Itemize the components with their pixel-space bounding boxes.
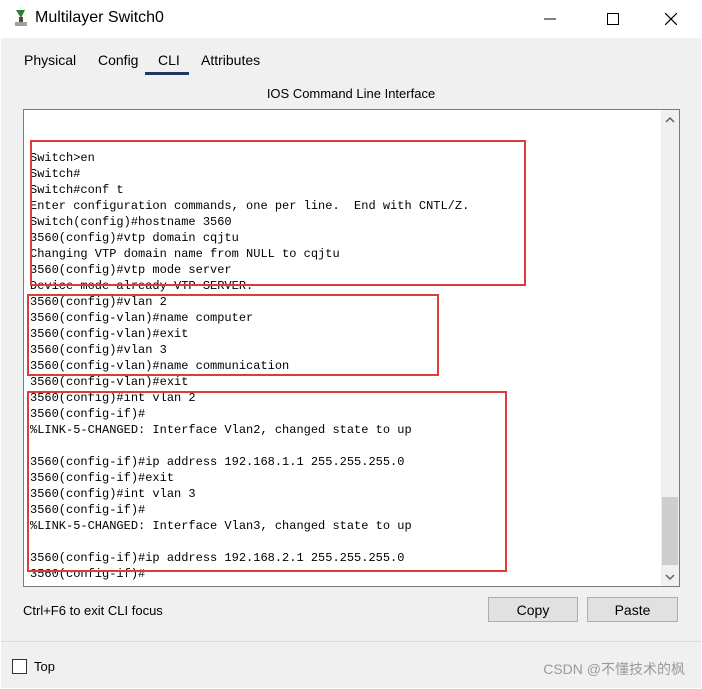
tab-attributes[interactable]: Attributes xyxy=(201,52,260,68)
terminal-line: %LINK-5-CHANGED: Interface Vlan3, change… xyxy=(30,519,412,533)
vertical-scrollbar[interactable] xyxy=(661,110,679,586)
terminal-line: Enter configuration commands, one per li… xyxy=(30,199,470,213)
terminal-line: 3560(config-if)# xyxy=(30,567,146,581)
cli-terminal[interactable]: Switch>en Switch# Switch#conf t Enter confi… xyxy=(23,109,680,587)
terminal-line: 3560(config-if)#exit xyxy=(30,471,175,485)
terminal-line: 3560(config)#vlan 3 xyxy=(30,343,167,357)
chevron-down-icon xyxy=(665,573,675,580)
footer-divider xyxy=(1,641,701,642)
device-window-body: Physical Config CLI Attributes IOS Comma… xyxy=(1,38,701,688)
terminal-line: 3560(config)#int vlan 2 xyxy=(30,391,196,405)
terminal-line: 3560(config)#vlan 2 xyxy=(30,295,167,309)
terminal-line: 3560(config-vlan)#exit xyxy=(30,375,189,389)
switch-icon xyxy=(15,10,27,26)
panel-header: IOS Command Line Interface xyxy=(266,86,436,101)
terminal-line: 3560(config-vlan)#exit xyxy=(30,327,189,341)
terminal-line: 3560(config)#vtp mode server xyxy=(30,263,232,277)
top-checkbox-label: Top xyxy=(34,659,55,674)
terminal-line: 3560(config)#int vlan 3 xyxy=(30,487,196,501)
terminal-line: Changing VTP domain name from NULL to cq… xyxy=(30,247,340,261)
active-tab-indicator xyxy=(145,72,189,75)
scroll-down-button[interactable] xyxy=(661,568,679,586)
terminal-line: Switch# xyxy=(30,167,81,181)
top-checkbox[interactable] xyxy=(12,659,27,674)
tab-cli[interactable]: CLI xyxy=(158,52,180,68)
minimize-icon xyxy=(544,18,556,20)
watermark: CSDN @不懂技术的枫 xyxy=(543,661,685,677)
terminal-line: Switch>en xyxy=(30,151,95,165)
terminal-output: Switch>en Switch# Switch#conf t Enter confi… xyxy=(30,150,469,582)
copy-button[interactable]: Copy xyxy=(488,597,578,622)
terminal-line: 3560(config-vlan)#name communication xyxy=(30,359,290,373)
maximize-icon xyxy=(607,13,619,25)
paste-button[interactable]: Paste xyxy=(587,597,678,622)
scroll-up-button[interactable] xyxy=(661,110,679,128)
terminal-line: Switch#conf t xyxy=(30,183,124,197)
tab-config[interactable]: Config xyxy=(98,52,138,68)
terminal-line: 3560(config-if)#ip address 192.168.1.1 2… xyxy=(30,455,405,469)
maximize-button[interactable] xyxy=(590,0,636,38)
terminal-line: 3560(config-vlan)#name computer xyxy=(30,311,254,325)
terminal-line: Device mode already VTP SERVER. xyxy=(30,279,254,293)
terminal-line: 3560(config)#vtp domain cqjtu xyxy=(30,231,239,245)
terminal-line: %LINK-5-CHANGED: Interface Vlan2, change… xyxy=(30,423,412,437)
cli-focus-hint: Ctrl+F6 to exit CLI focus xyxy=(23,603,163,618)
minimize-button[interactable] xyxy=(527,0,573,38)
terminal-line: 3560(config-if)# xyxy=(30,407,146,421)
close-icon xyxy=(665,13,677,25)
tab-physical[interactable]: Physical xyxy=(24,52,76,68)
close-button[interactable] xyxy=(648,0,694,38)
terminal-line: 3560(config-if)#ip address 192.168.2.1 2… xyxy=(30,551,405,565)
title-bar: Multilayer Switch0 xyxy=(0,0,702,38)
window-title: Multilayer Switch0 xyxy=(35,9,164,26)
scroll-thumb[interactable] xyxy=(662,497,678,565)
terminal-line: Switch(config)#hostname 3560 xyxy=(30,215,232,229)
terminal-line: 3560(config-if)# xyxy=(30,503,146,517)
chevron-up-icon xyxy=(665,116,675,123)
